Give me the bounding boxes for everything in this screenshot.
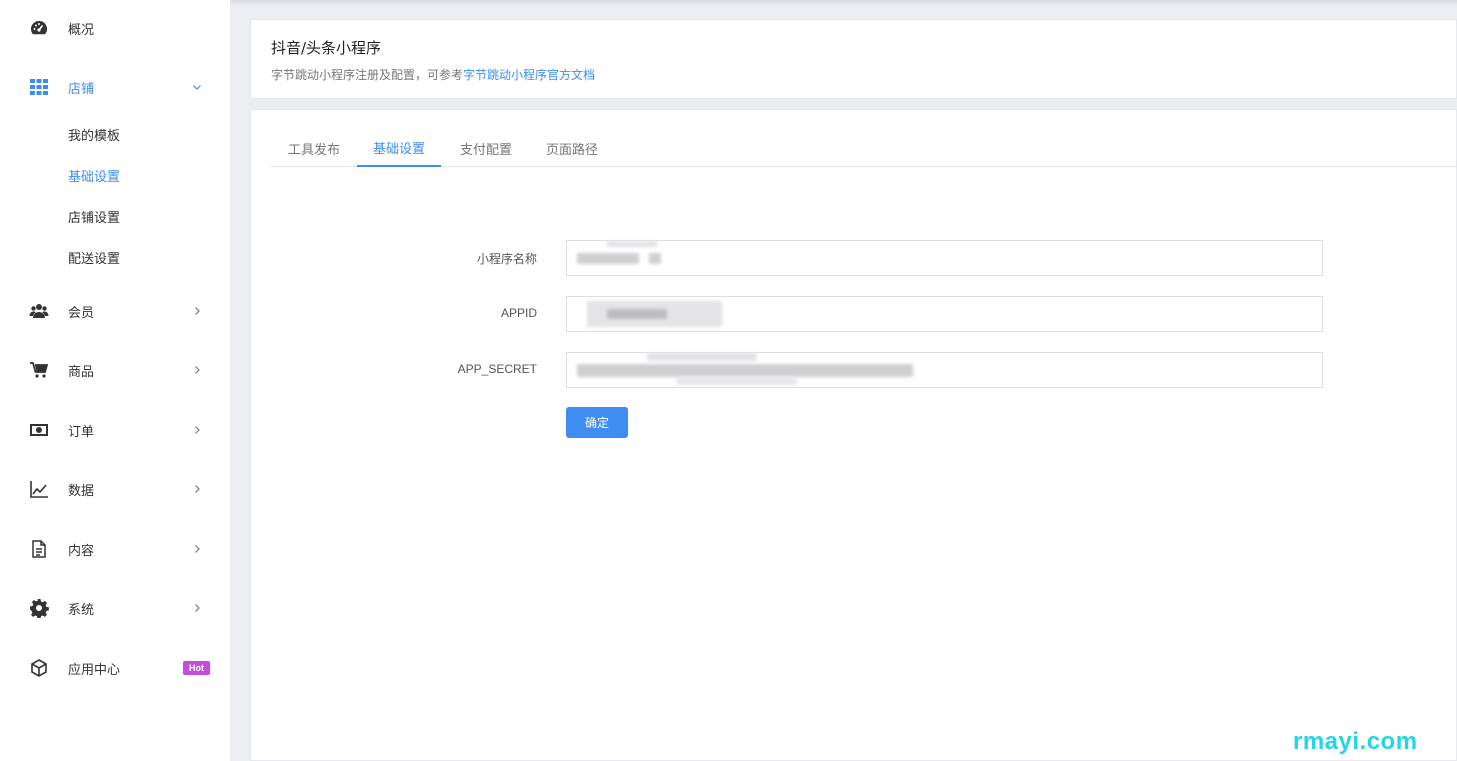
- redacted-value: [607, 309, 667, 319]
- page-description-text: 字节跳动小程序注册及配置，可参考: [271, 68, 464, 82]
- submenu-my-templates[interactable]: 我的模板: [68, 125, 120, 144]
- nav-item-system[interactable]: 系统: [0, 588, 230, 628]
- hot-badge: Hot: [183, 661, 210, 675]
- nav-item-store[interactable]: 店铺: [0, 67, 230, 107]
- appid-label: APPID: [500, 306, 537, 320]
- tab-basic-settings[interactable]: 基础设置: [357, 130, 441, 167]
- tab-bar: 工具发布 基础设置 支付配置 页面路径: [271, 130, 1457, 167]
- app-secret-label: APP_SECRET: [457, 362, 537, 376]
- gear-icon: [28, 597, 50, 619]
- nav-label-store: 店铺: [68, 81, 95, 97]
- submenu-basic-settings[interactable]: 基础设置: [68, 166, 120, 185]
- mini-program-name-label: 小程序名称: [476, 252, 537, 266]
- chevron-down-icon: [190, 80, 204, 94]
- nav-label-members: 会员: [68, 305, 95, 321]
- nav-label-content: 内容: [68, 543, 95, 559]
- confirm-button[interactable]: 确定: [566, 407, 628, 438]
- cart-icon: [28, 359, 50, 381]
- nav-item-products[interactable]: 商品: [0, 350, 230, 390]
- nav-item-overview[interactable]: 概况: [0, 8, 230, 48]
- redacted-value: [607, 241, 657, 247]
- users-icon: [28, 300, 50, 322]
- grid-icon: [28, 76, 50, 98]
- chevron-right-icon: [190, 304, 204, 318]
- tab-tool-publish[interactable]: 工具发布: [271, 130, 357, 167]
- nav-label-orders: 订单: [68, 424, 95, 440]
- redacted-value: [577, 253, 639, 264]
- redacted-value: [647, 353, 757, 361]
- nav-label-app-center: 应用中心: [68, 662, 121, 678]
- mini-program-name-input[interactable]: [566, 240, 1323, 276]
- cube-icon: [28, 657, 50, 679]
- page-title: 抖音/头条小程序: [271, 39, 382, 57]
- chevron-right-icon: [190, 363, 204, 377]
- submenu-delivery-settings[interactable]: 配送设置: [68, 248, 120, 267]
- nav-item-data[interactable]: 数据: [0, 469, 230, 509]
- nav-label-products: 商品: [68, 364, 95, 380]
- nav-label-system: 系统: [68, 602, 95, 618]
- nav-item-orders[interactable]: 订单: [0, 410, 230, 450]
- main-panel: 工具发布 基础设置 支付配置 页面路径 小程序名称 APPID APP_SECR…: [250, 109, 1457, 761]
- app-secret-input[interactable]: [566, 352, 1323, 388]
- chevron-right-icon: [190, 542, 204, 556]
- appid-input[interactable]: [566, 296, 1323, 332]
- submenu-store-settings[interactable]: 店铺设置: [68, 207, 120, 226]
- tab-page-path[interactable]: 页面路径: [529, 130, 615, 167]
- redacted-value: [649, 253, 661, 264]
- money-icon: [28, 419, 50, 441]
- page-description: 字节跳动小程序注册及配置，可参考字节跳动小程序官方文档: [271, 66, 595, 83]
- chart-icon: [28, 478, 50, 500]
- nav-label-data: 数据: [68, 483, 95, 499]
- nav-item-content[interactable]: 内容: [0, 529, 230, 569]
- sidebar: 概况 店铺 我的模板 基础设置 店铺设置 配送设置 会员 商品 订单 数据 内容…: [0, 0, 230, 761]
- redacted-value: [577, 364, 913, 377]
- official-docs-link[interactable]: 字节跳动小程序官方文档: [463, 68, 595, 82]
- page-header: 抖音/头条小程序 字节跳动小程序注册及配置，可参考字节跳动小程序官方文档: [250, 19, 1457, 99]
- top-shadow: [230, 0, 1457, 6]
- dashboard-icon: [28, 17, 50, 39]
- redacted-value: [677, 377, 797, 385]
- nav-item-members[interactable]: 会员: [0, 291, 230, 331]
- nav-label-overview: 概况: [68, 22, 95, 38]
- tab-payment-config[interactable]: 支付配置: [443, 130, 529, 167]
- document-icon: [28, 538, 50, 560]
- chevron-right-icon: [190, 423, 204, 437]
- watermark: rmayi.com: [1293, 728, 1418, 755]
- chevron-right-icon: [190, 482, 204, 496]
- chevron-right-icon: [190, 601, 204, 615]
